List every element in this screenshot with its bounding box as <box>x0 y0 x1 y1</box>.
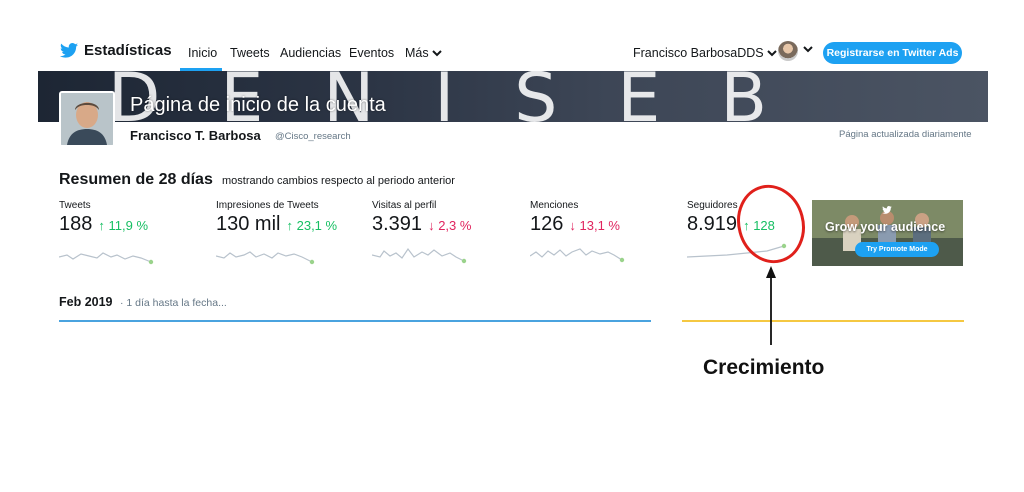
annotation-overlay <box>737 184 805 345</box>
highlight-circle <box>737 184 805 264</box>
annotation-label: Crecimiento <box>703 356 825 379</box>
annotation-arrow-head <box>766 266 776 278</box>
